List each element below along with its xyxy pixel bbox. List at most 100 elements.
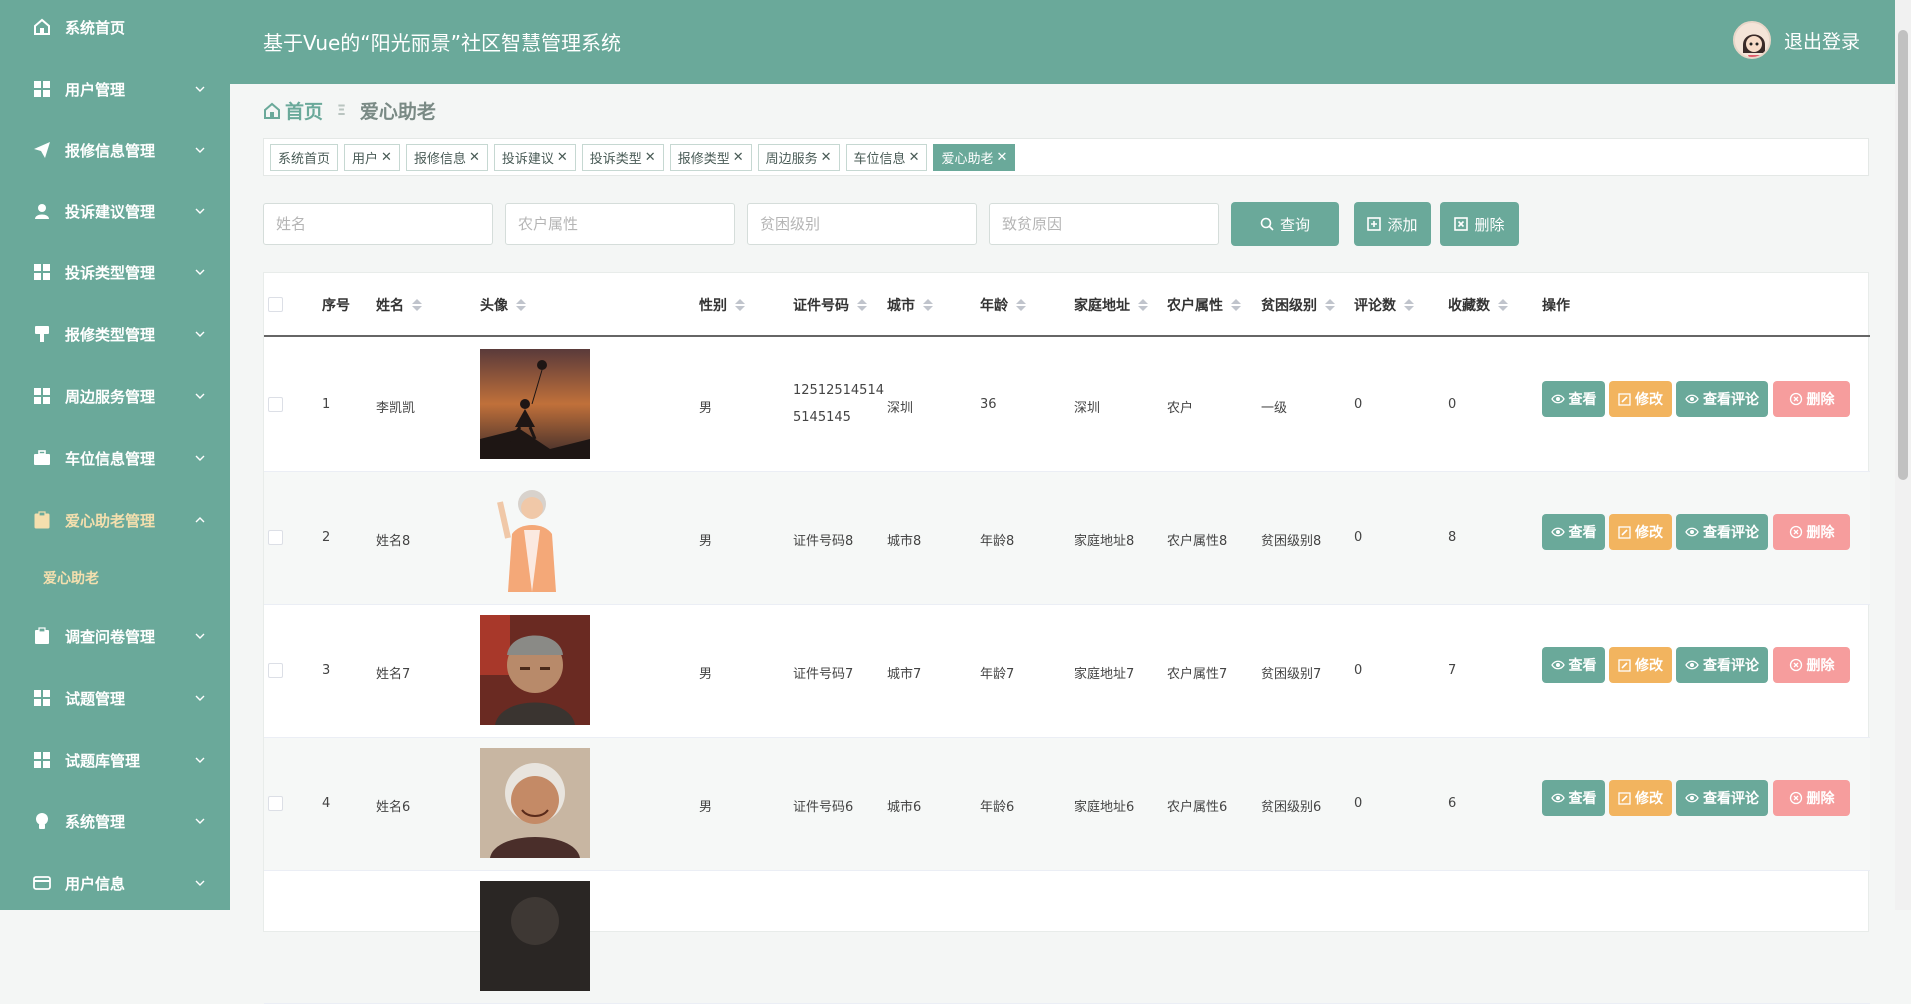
column-header-avatar[interactable]: 头像 [480,295,526,315]
edit-button[interactable]: 修改 [1609,514,1672,550]
sort-icon[interactable] [516,299,526,311]
sort-icon[interactable] [412,299,422,311]
sidebar-item-label: 报修类型管理 [65,325,156,344]
view-button[interactable]: 查看 [1542,381,1605,417]
avatar[interactable] [1733,21,1771,59]
sort-icon[interactable] [857,299,867,311]
close-icon[interactable]: ✕ [909,150,920,165]
tag-home[interactable]: 系统首页 [270,143,339,171]
breadcrumb-home[interactable]: 首页 [263,97,323,124]
tag-services[interactable]: 周边服务 ✕ [757,143,840,171]
sort-icon[interactable] [1231,299,1241,311]
elderly-woman-2-photo [480,748,590,858]
tag-repair-types[interactable]: 报修类型 ✕ [669,143,752,171]
view-button[interactable]: 查看 [1542,780,1605,816]
close-icon[interactable]: ✕ [821,150,832,165]
close-icon[interactable]: ✕ [645,150,656,165]
name-search-input[interactable] [263,203,493,245]
eye-icon [1550,660,1565,670]
view-comments-button[interactable]: 查看评论 [1676,780,1768,816]
column-header-address[interactable]: 家庭地址 [1074,295,1148,315]
sidebar-item-question-bank[interactable]: 试题库管理 [0,733,230,787]
edit-button[interactable]: 修改 [1609,647,1672,683]
sort-icon[interactable] [1325,299,1335,311]
column-header-label: 贫困级别 [1261,298,1317,314]
sort-icon[interactable] [1138,299,1148,311]
sidebar-item-repair-info[interactable]: 报修信息管理 [0,123,230,177]
edit-button[interactable]: 修改 [1609,381,1672,417]
add-button[interactable]: 添加 [1354,202,1431,246]
sidebar-item-home[interactable]: 系统首页 [0,0,230,54]
view-comments-button[interactable]: 查看评论 [1676,647,1768,683]
edit-button-label: 修改 [1635,525,1663,541]
view-button[interactable]: 查看 [1542,514,1605,550]
tag-complaint-types[interactable]: 投诉类型 ✕ [581,143,664,171]
sidebar-item-questions[interactable]: 试题管理 [0,671,230,725]
sidebar-item-elderly-care[interactable]: 爱心助老管理 [0,493,230,547]
row-checkbox[interactable] [268,796,283,811]
tag-elderly-care[interactable]: 爱心助老 ✕ [933,143,1016,171]
select-all-checkbox[interactable] [268,297,283,312]
sidebar-item-complaint-types[interactable]: 投诉类型管理 [0,245,230,299]
tag-complaints[interactable]: 投诉建议 ✕ [493,143,576,171]
submenu-item-elderly-care[interactable]: 爱心助老 [0,556,230,600]
sidebar-item-services[interactable]: 周边服务管理 [0,369,230,423]
row-checkbox[interactable] [268,530,283,545]
close-icon[interactable]: ✕ [381,150,392,165]
column-header-comments[interactable]: 评论数 [1354,295,1414,315]
sidebar: 系统首页 用户管理 报修信息管理 投诉建议管理 投诉类型管理 报修类型管理 周边… [0,0,230,910]
query-button[interactable]: 查询 [1231,202,1339,246]
edit-button[interactable]: 修改 [1609,780,1672,816]
sidebar-item-users[interactable]: 用户管理 [0,62,230,116]
view-comments-button[interactable]: 查看评论 [1676,381,1768,417]
row-checkbox[interactable] [268,663,283,678]
column-header-id[interactable]: 证件号码 [793,295,867,315]
sidebar-item-repair-types[interactable]: 报修类型管理 [0,307,230,361]
sort-icon[interactable] [1016,299,1026,311]
sidebar-item-user-info[interactable]: 用户信息 [0,856,230,910]
delete-button[interactable]: 删除 [1773,381,1850,417]
close-icon[interactable]: ✕ [733,150,744,165]
sidebar-item-surveys[interactable]: 调查问卷管理 [0,609,230,663]
sort-icon[interactable] [923,299,933,311]
sidebar-item-system[interactable]: 系统管理 [0,794,230,848]
portrait-photo [480,881,590,991]
delete-button[interactable]: 删除 [1773,780,1850,816]
row-checkbox[interactable] [268,397,283,412]
tag-parking[interactable]: 车位信息 ✕ [845,143,928,171]
sort-icon[interactable] [735,299,745,311]
column-header-age[interactable]: 年龄 [980,295,1026,315]
logout-button[interactable]: 退出登录 [1784,27,1860,54]
close-icon[interactable]: ✕ [557,150,568,165]
poverty-level-search-input[interactable] [747,203,977,245]
sidebar-item-parking[interactable]: 车位信息管理 [0,431,230,485]
sort-icon[interactable] [1404,299,1414,311]
close-icon[interactable]: ✕ [996,150,1007,165]
tag-repair-info[interactable]: 报修信息 ✕ [405,143,488,171]
view-comments-button[interactable]: 查看评论 [1676,514,1768,550]
sidebar-item-complaints[interactable]: 投诉建议管理 [0,184,230,238]
column-header-label: 证件号码 [793,298,849,314]
column-header-poverty-level[interactable]: 贫困级别 [1261,295,1335,315]
close-circle-icon [1789,525,1802,539]
cell-poverty-level: 贫困级别7 [1261,667,1322,682]
farmer-type-search-input[interactable] [505,203,735,245]
scrollbar-thumb[interactable] [1898,30,1908,480]
tag-label: 用户 [352,151,379,167]
column-header-city[interactable]: 城市 [887,295,933,315]
column-header-farmer-type[interactable]: 农户属性 [1167,295,1241,315]
batch-delete-button[interactable]: 删除 [1440,202,1519,246]
close-icon[interactable]: ✕ [469,150,480,165]
column-header-name[interactable]: 姓名 [376,295,422,315]
delete-button[interactable]: 删除 [1773,514,1850,550]
cell-age: 36 [980,397,997,412]
column-header-favorites[interactable]: 收藏数 [1448,295,1508,315]
delete-button[interactable]: 删除 [1773,647,1850,683]
page-scrollbar[interactable] [1895,0,1911,910]
tag-users[interactable]: 用户 ✕ [344,143,400,171]
batch-delete-button-label: 删除 [1474,215,1505,234]
column-header-gender[interactable]: 性别 [699,295,745,315]
view-button[interactable]: 查看 [1542,647,1605,683]
sort-icon[interactable] [1498,299,1508,311]
poverty-cause-search-input[interactable] [989,203,1219,245]
